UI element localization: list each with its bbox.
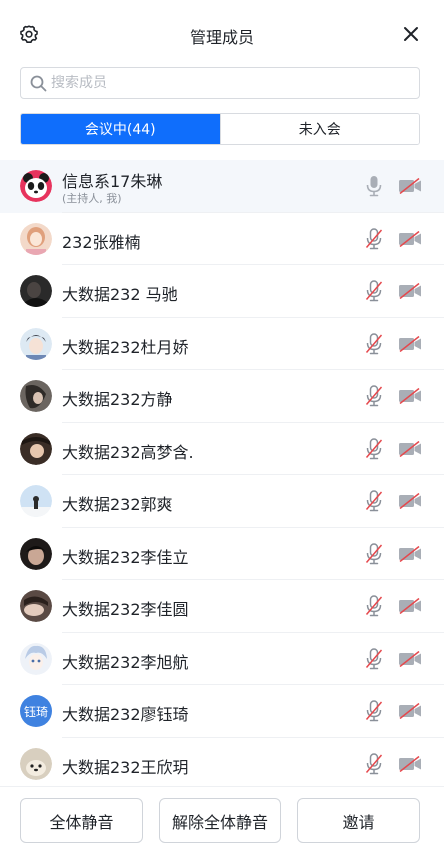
microphone-muted-icon[interactable] bbox=[365, 595, 383, 617]
avatar bbox=[20, 485, 52, 517]
avatar bbox=[20, 275, 52, 307]
member-name: 大数据232李佳圆 bbox=[62, 600, 189, 619]
camera-off-icon[interactable] bbox=[398, 650, 422, 667]
camera-off-icon[interactable] bbox=[398, 230, 422, 247]
list-item[interactable]: 钰琦 大数据232廖钰琦 bbox=[0, 685, 444, 738]
microphone-muted-icon[interactable] bbox=[365, 437, 383, 460]
microphone-muted-icon[interactable] bbox=[365, 542, 383, 565]
tab-not-joined[interactable]: 未入会 bbox=[219, 114, 419, 144]
member-name: 大数据232方静 bbox=[62, 390, 173, 409]
camera-off-icon[interactable] bbox=[398, 283, 422, 299]
microphone-muted-icon[interactable] bbox=[365, 385, 383, 407]
camera-off-icon[interactable] bbox=[398, 598, 422, 614]
manage-members-panel: 管理成员 会议中(44) 未入会 信息系17朱琳 bbox=[0, 0, 444, 859]
member-name: 大数据232王欣玥 bbox=[62, 757, 189, 777]
microphone-muted-icon[interactable] bbox=[365, 752, 383, 775]
list-item[interactable]: 大数据232王欣玥 bbox=[0, 737, 444, 790]
search-icon bbox=[30, 75, 47, 92]
microphone-muted-icon[interactable] bbox=[365, 490, 383, 512]
action-bar: 全体静音 解除全体静音 邀请 bbox=[0, 786, 444, 859]
member-name: 大数据232李旭航 bbox=[62, 652, 189, 672]
camera-off-icon[interactable] bbox=[398, 703, 422, 719]
camera-off-icon[interactable] bbox=[398, 755, 422, 772]
avatar bbox=[20, 432, 52, 465]
list-item[interactable]: 大数据232方静 bbox=[0, 370, 444, 423]
list-item[interactable]: 232张雅楠 bbox=[0, 212, 444, 265]
list-item[interactable]: 大数据232杜月娇 bbox=[0, 317, 444, 370]
list-item[interactable]: 大数据232 马驰 bbox=[0, 265, 444, 318]
member-name: 大数据232 马驰 bbox=[62, 285, 178, 304]
invite-button[interactable]: 邀请 bbox=[297, 798, 420, 843]
avatar bbox=[20, 537, 52, 570]
list-item[interactable]: 大数据232高梦含. bbox=[0, 422, 444, 475]
page-title: 管理成员 bbox=[189, 28, 254, 47]
avatar bbox=[20, 380, 52, 412]
search-input[interactable] bbox=[51, 72, 411, 94]
member-name: 信息系17朱琳 bbox=[62, 172, 163, 191]
microphone-muted-icon[interactable] bbox=[365, 332, 383, 355]
list-item[interactable]: 大数据232郭爽 bbox=[0, 475, 444, 528]
search-box bbox=[20, 67, 420, 99]
avatar bbox=[20, 222, 52, 255]
mute-all-button[interactable]: 全体静音 bbox=[20, 798, 143, 843]
tab-in-meeting[interactable]: 会议中(44) bbox=[21, 114, 220, 144]
avatar bbox=[20, 327, 52, 360]
member-name: 大数据232杜月娇 bbox=[62, 337, 189, 357]
microphone-icon[interactable] bbox=[365, 175, 383, 197]
camera-off-icon[interactable] bbox=[398, 388, 422, 404]
microphone-muted-icon[interactable] bbox=[365, 647, 383, 670]
avatar bbox=[20, 590, 52, 622]
microphone-muted-icon[interactable] bbox=[365, 280, 383, 302]
camera-off-icon[interactable] bbox=[398, 493, 422, 509]
member-name: 大数据232廖钰琦 bbox=[62, 705, 189, 724]
close-icon[interactable] bbox=[402, 25, 420, 43]
list-item[interactable]: 信息系17朱琳 (主持人, 我) bbox=[0, 160, 444, 213]
member-role: (主持人, 我) bbox=[62, 192, 122, 205]
list-item[interactable]: 大数据232李佳圆 bbox=[0, 580, 444, 633]
member-name: 大数据232郭爽 bbox=[62, 495, 173, 514]
camera-off-icon[interactable] bbox=[398, 440, 422, 457]
camera-off-icon[interactable] bbox=[398, 178, 422, 194]
panel-header: 管理成员 bbox=[0, 0, 444, 68]
member-name: 大数据232李佳立 bbox=[62, 547, 189, 567]
avatar: 钰琦 bbox=[20, 695, 52, 727]
unmute-all-button[interactable]: 解除全体静音 bbox=[159, 798, 281, 843]
member-list: 信息系17朱琳 (主持人, 我) 232张雅楠 大数据232 马驰 大数据232… bbox=[0, 160, 444, 790]
list-item[interactable]: 大数据232李旭航 bbox=[0, 632, 444, 685]
microphone-muted-icon[interactable] bbox=[365, 700, 383, 722]
avatar bbox=[20, 747, 52, 780]
camera-off-icon[interactable] bbox=[398, 335, 422, 352]
member-tabs: 会议中(44) 未入会 bbox=[20, 113, 420, 145]
member-name: 大数据232高梦含. bbox=[62, 442, 194, 462]
avatar bbox=[20, 170, 52, 202]
avatar bbox=[20, 642, 52, 675]
member-name: 232张雅楠 bbox=[62, 232, 141, 252]
camera-off-icon[interactable] bbox=[398, 545, 422, 562]
list-item[interactable]: 大数据232李佳立 bbox=[0, 527, 444, 580]
microphone-muted-icon[interactable] bbox=[365, 227, 383, 250]
